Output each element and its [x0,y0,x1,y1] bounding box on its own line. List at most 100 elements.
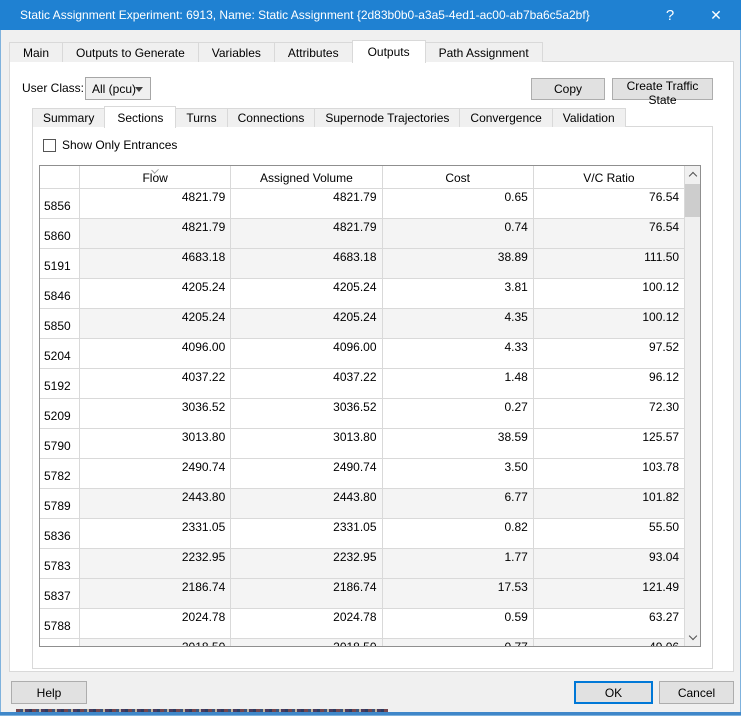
table-row[interactable]: 5850 4205.24 4205.24 4.35 100.12 [40,309,685,339]
tab-outputs[interactable]: Outputs [351,40,426,63]
cell-flow: 2232.95 [80,549,232,578]
subtab-connections[interactable]: Connections [226,108,316,127]
column-header-label: Cost [445,171,470,185]
cell-vc-ratio: 100.12 [533,309,685,338]
cell-flow: 2024.78 [80,609,232,638]
cell-assigned-volume: 4821.79 [231,189,383,218]
cell-flow: 2443.80 [80,489,232,518]
row-id: 5789 [40,489,80,518]
tab-variables[interactable]: Variables [197,42,275,62]
help-button[interactable]: Help [11,681,87,704]
cell-cost: 6.77 [382,489,534,518]
table-row[interactable]: 5846 4205.24 4205.24 3.81 100.12 [40,279,685,309]
cell-flow: 4037.22 [80,369,232,398]
user-class-select[interactable]: All (pcu) [85,77,151,100]
cell-assigned-volume: 2018.50 [231,639,383,646]
cell-flow: 4205.24 [80,309,232,338]
subtab-convergence[interactable]: Convergence [459,108,553,127]
cell-assigned-volume: 2232.95 [231,549,383,578]
table-row[interactable]: 5209 3036.52 3036.52 0.27 72.30 [40,399,685,429]
column-header-v-c-ratio[interactable]: V/C Ratio [534,166,684,188]
window-title: Static Assignment Experiment: 6913, Name… [20,8,590,22]
row-id: 5860 [40,219,80,248]
cell-assigned-volume: 4096.00 [231,339,383,368]
cell-assigned-volume: 2024.78 [231,609,383,638]
create-traffic-state-button[interactable]: Create Traffic State [612,78,713,107]
scrollbar-thumb[interactable] [685,184,701,217]
cell-cost: 0.74 [382,219,534,248]
column-header-assigned-volume[interactable]: Assigned Volume [231,166,383,188]
row-id: 5204 [40,339,80,368]
subtab-summary[interactable]: Summary [32,108,106,127]
cell-cost: 0.27 [382,399,534,428]
cell-vc-ratio: 96.12 [533,369,685,398]
row-id: 5850 [40,309,80,338]
cell-flow: 3036.52 [80,399,232,428]
cell-vc-ratio: 111.50 [533,249,685,278]
scroll-down-button[interactable] [685,629,700,646]
tab-main[interactable]: Main [9,42,64,62]
table-row[interactable]: 5191 4683.18 4683.18 38.89 111.50 [40,249,685,279]
sections-table: Flow Assigned Volume Cost V/C Ratio 5856 4821… [39,165,701,647]
cell-vc-ratio: 76.54 [533,219,685,248]
cell-flow: 2018.50 [80,639,232,646]
table-row[interactable]: 2018.502018.500.7749.06 [40,639,685,646]
user-class-label: User Class: [22,81,85,95]
cell-cost: 17.53 [382,579,534,608]
table-row[interactable]: 5836 2331.05 2331.05 0.82 55.50 [40,519,685,549]
subtab-sections[interactable]: Sections [104,106,177,128]
table-row[interactable]: 5837 2186.74 2186.74 17.53 121.49 [40,579,685,609]
cell-assigned-volume: 2490.74 [231,459,383,488]
close-icon[interactable]: ✕ [699,0,733,30]
table-row[interactable]: 5782 2490.74 2490.74 3.50 103.78 [40,459,685,489]
column-header-flow[interactable]: Flow [80,166,232,188]
table-row[interactable]: 5789 2443.80 2443.80 6.77 101.82 [40,489,685,519]
cell-assigned-volume: 3036.52 [231,399,383,428]
table-row[interactable]: 5856 4821.79 4821.79 0.65 76.54 [40,189,685,219]
column-header-label: Assigned Volume [260,171,353,185]
subtab-turns[interactable]: Turns [175,108,228,127]
subtab-supernode-trajectories[interactable]: Supernode Trajectories [314,108,461,127]
cell-flow: 2490.74 [80,459,232,488]
titlebar-help-icon[interactable]: ? [653,0,687,30]
cell-vc-ratio: 55.50 [533,519,685,548]
copy-button[interactable]: Copy [531,78,605,100]
cell-flow: 4821.79 [80,219,232,248]
cell-flow: 2331.05 [80,519,232,548]
table-row[interactable]: 5192 4037.22 4037.22 1.48 96.12 [40,369,685,399]
cell-vc-ratio: 121.49 [533,579,685,608]
column-header-cost[interactable]: Cost [383,166,534,188]
row-id: 5782 [40,459,80,488]
vertical-scrollbar[interactable] [684,166,701,646]
ok-button[interactable]: OK [574,681,653,704]
table-row[interactable]: 5790 3013.80 3013.80 38.59 125.57 [40,429,685,459]
cell-cost: 3.81 [382,279,534,308]
cell-flow: 3013.80 [80,429,232,458]
checkbox-icon[interactable] [43,138,56,152]
table-row[interactable]: 5204 4096.00 4096.00 4.33 97.52 [40,339,685,369]
cancel-button[interactable]: Cancel [659,681,734,704]
row-id: 5790 [40,429,80,458]
row-id: 5788 [40,609,80,638]
row-id: 5783 [40,549,80,578]
table-row[interactable]: 5860 4821.79 4821.79 0.74 76.54 [40,219,685,249]
tab-path-assignment[interactable]: Path Assignment [424,42,543,62]
titlebar[interactable]: Static Assignment Experiment: 6913, Name… [0,0,741,30]
background-window-edge [0,712,741,715]
cell-cost: 0.65 [382,189,534,218]
subtab-validation[interactable]: Validation [551,108,626,127]
scroll-up-button[interactable] [685,166,700,183]
cell-cost: 4.35 [382,309,534,338]
table-row[interactable]: 5783 2232.95 2232.95 1.77 93.04 [40,549,685,579]
cell-assigned-volume: 2443.80 [231,489,383,518]
tab-outputs-to-generate[interactable]: Outputs to Generate [62,42,199,62]
cell-assigned-volume: 4821.79 [231,219,383,248]
cell-cost: 0.59 [382,609,534,638]
show-only-entrances-checkbox[interactable]: Show Only Entrances [43,138,177,152]
tab-attributes[interactable]: Attributes [273,42,353,62]
cell-cost: 4.33 [382,339,534,368]
row-id: 5191 [40,249,80,278]
table-row[interactable]: 5788 2024.78 2024.78 0.59 63.27 [40,609,685,639]
table-content: Flow Assigned Volume Cost V/C Ratio 5856 4821… [40,166,685,646]
cell-vc-ratio: 72.30 [533,399,685,428]
